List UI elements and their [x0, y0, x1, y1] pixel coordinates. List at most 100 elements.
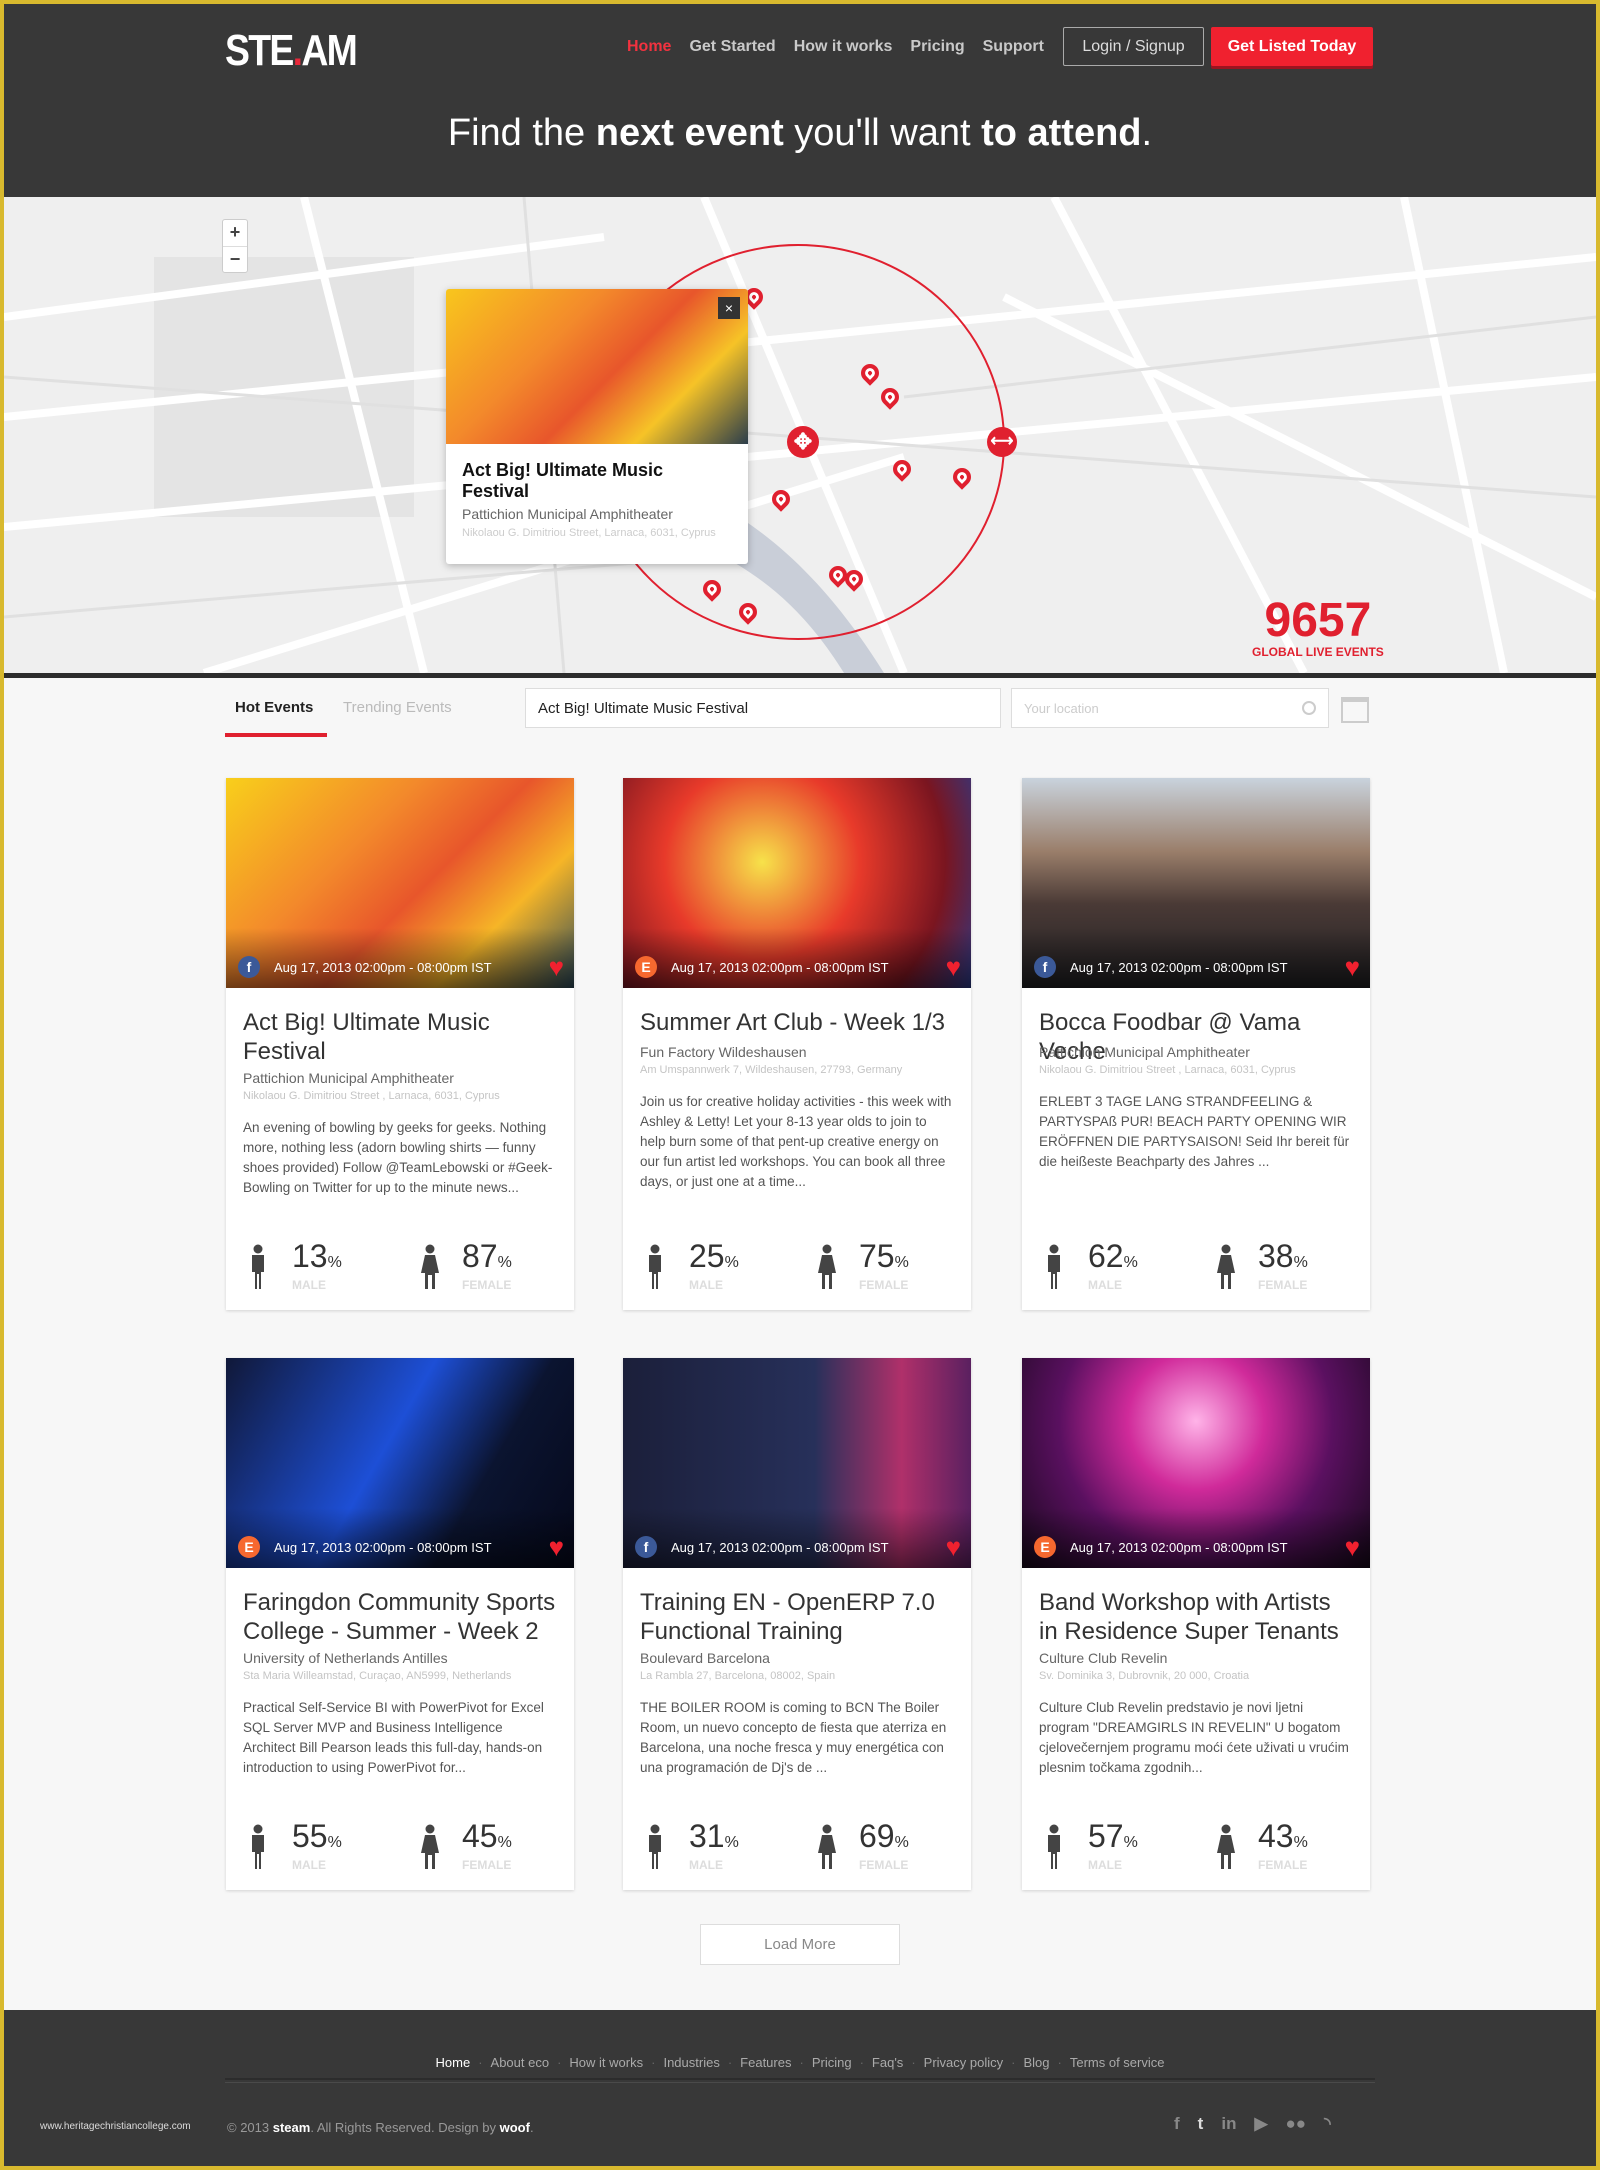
logo-text: STE — [225, 26, 294, 75]
image-overlay — [1022, 928, 1370, 988]
link-separator: · — [557, 2055, 562, 2070]
event-card[interactable]: f Aug 17, 2013 02:00pm - 08:00pm IST ♥ A… — [226, 778, 574, 1310]
event-search-input[interactable] — [525, 688, 1001, 728]
footer-link[interactable]: Faq's — [872, 2055, 903, 2070]
copyright-text: . — [529, 2120, 534, 2135]
footer-link[interactable]: Privacy policy — [924, 2055, 1003, 2070]
image-overlay — [1022, 1508, 1370, 1568]
nav-pricing[interactable]: Pricing — [910, 38, 964, 56]
female-icon — [817, 1244, 837, 1295]
facebook-icon[interactable]: f — [1174, 2114, 1180, 2134]
event-date: Aug 17, 2013 02:00pm - 08:00pm IST — [274, 1540, 492, 1555]
hero-text: Find the — [447, 112, 596, 154]
tab-trending-events[interactable]: Trending Events — [343, 699, 452, 716]
rss-icon[interactable]: ◝ — [1324, 2114, 1331, 2134]
designer-link[interactable]: woof — [500, 2120, 530, 2135]
heart-icon[interactable]: ♥ — [946, 1534, 961, 1560]
footer-link[interactable]: Features — [740, 2055, 791, 2070]
zoom-out-button[interactable]: − — [223, 246, 247, 272]
percent-sign: % — [1293, 1254, 1308, 1271]
percent-sign: % — [1293, 1834, 1308, 1851]
male-label: MALE — [689, 1278, 723, 1292]
twitter-icon[interactable]: t — [1198, 2114, 1204, 2134]
calendar-icon[interactable] — [1341, 697, 1369, 723]
popup-venue: Pattichion Municipal Amphitheater — [462, 506, 673, 522]
event-title[interactable]: Training EN - OpenERP 7.0 Functional Tra… — [640, 1588, 954, 1646]
event-title[interactable]: Act Big! Ultimate Music Festival — [243, 1008, 557, 1066]
play-icon[interactable]: ▶ — [1254, 2114, 1267, 2134]
footer-link[interactable]: Terms of service — [1070, 2055, 1165, 2070]
image-overlay — [226, 928, 574, 988]
male-icon — [250, 1244, 266, 1295]
locate-icon[interactable] — [1302, 701, 1316, 715]
event-description: Practical Self-Service BI with PowerPivo… — [243, 1700, 544, 1775]
link-separator: · — [1011, 2055, 1016, 2070]
event-title[interactable]: Faringdon Community Sports College - Sum… — [243, 1588, 557, 1646]
move-handle-icon[interactable]: ✥ — [787, 426, 819, 458]
event-image[interactable]: E Aug 17, 2013 02:00pm - 08:00pm IST ♥ — [623, 778, 971, 988]
heart-icon[interactable]: ♥ — [946, 954, 961, 980]
popup-title[interactable]: Act Big! Ultimate Music Festival — [462, 460, 732, 502]
footer-link[interactable]: Pricing — [812, 2055, 852, 2070]
image-overlay — [623, 1508, 971, 1568]
event-card[interactable]: f Aug 17, 2013 02:00pm - 08:00pm IST ♥ T… — [623, 1358, 971, 1890]
female-icon — [420, 1244, 440, 1295]
get-listed-button[interactable]: Get Listed Today — [1211, 27, 1373, 66]
footer-link[interactable]: About eco — [491, 2055, 550, 2070]
image-overlay — [623, 928, 971, 988]
event-image[interactable]: f Aug 17, 2013 02:00pm - 08:00pm IST ♥ — [1022, 778, 1370, 988]
percent-sign: % — [327, 1254, 342, 1271]
copyright-text: . All Rights Reserved. Design by — [310, 2120, 500, 2135]
event-date: Aug 17, 2013 02:00pm - 08:00pm IST — [671, 1540, 889, 1555]
tab-hot-events[interactable]: Hot Events — [235, 699, 313, 716]
nav-support[interactable]: Support — [983, 38, 1044, 56]
zoom-in-button[interactable]: + — [223, 220, 247, 246]
footer-link[interactable]: Home — [436, 2055, 471, 2070]
event-venue: Culture Club Revelin — [1039, 1650, 1168, 1666]
nav-home[interactable]: Home — [627, 38, 671, 56]
male-icon — [250, 1824, 266, 1875]
linkedin-icon[interactable]: in — [1221, 2114, 1236, 2134]
close-icon[interactable]: × — [718, 297, 740, 319]
event-address: La Rambla 27, Barcelona, 08002, Spain — [640, 1670, 836, 1682]
event-card[interactable]: E Aug 17, 2013 02:00pm - 08:00pm IST ♥ B… — [1022, 1358, 1370, 1890]
event-card[interactable]: f Aug 17, 2013 02:00pm - 08:00pm IST ♥ B… — [1022, 778, 1370, 1310]
nav-how-it-works[interactable]: How it works — [794, 38, 893, 56]
login-signup-button[interactable]: Login / Signup — [1063, 27, 1204, 66]
event-title[interactable]: Bocca Foodbar @ Vama Veche — [1039, 1008, 1353, 1065]
female-label: FEMALE — [1258, 1858, 1308, 1872]
gender-stats: 31% MALE 69% FEMALE — [623, 1818, 971, 1878]
event-image[interactable]: f Aug 17, 2013 02:00pm - 08:00pm IST ♥ — [623, 1358, 971, 1568]
heart-icon[interactable]: ♥ — [1345, 954, 1360, 980]
event-card[interactable]: E Aug 17, 2013 02:00pm - 08:00pm IST ♥ F… — [226, 1358, 574, 1890]
heart-icon[interactable]: ♥ — [549, 954, 564, 980]
logo[interactable]: STE.AM — [225, 26, 358, 76]
location-input[interactable] — [1011, 688, 1329, 728]
footer-link[interactable]: Blog — [1023, 2055, 1049, 2070]
flickr-icon[interactable]: ●● — [1286, 2114, 1307, 2134]
load-more-button[interactable]: Load More — [700, 1924, 900, 1965]
female-label: FEMALE — [1258, 1278, 1308, 1292]
link-separator: · — [859, 2055, 864, 2070]
heart-icon[interactable]: ♥ — [1345, 1534, 1360, 1560]
heart-icon[interactable]: ♥ — [549, 1534, 564, 1560]
nav-get-started[interactable]: Get Started — [689, 38, 775, 56]
event-card[interactable]: E Aug 17, 2013 02:00pm - 08:00pm IST ♥ S… — [623, 778, 971, 1310]
event-map[interactable]: ✥ ⟷ + − × Act Big! Ultimate Music Festiv… — [4, 197, 1596, 673]
event-title[interactable]: Band Workshop with Artists in Residence … — [1039, 1588, 1353, 1646]
event-image[interactable]: E Aug 17, 2013 02:00pm - 08:00pm IST ♥ — [1022, 1358, 1370, 1568]
male-label: MALE — [1088, 1278, 1122, 1292]
event-date: Aug 17, 2013 02:00pm - 08:00pm IST — [1070, 960, 1288, 975]
female-percent: 38 — [1258, 1238, 1294, 1274]
footer-link[interactable]: Industries — [663, 2055, 719, 2070]
footer-link[interactable]: How it works — [569, 2055, 643, 2070]
hero-text: . — [1141, 112, 1153, 154]
resize-handle-icon[interactable]: ⟷ — [987, 427, 1017, 457]
facebook-icon: f — [1034, 956, 1056, 978]
event-title[interactable]: Summer Art Club - Week 1/3 — [640, 1008, 954, 1040]
event-image[interactable]: f Aug 17, 2013 02:00pm - 08:00pm IST ♥ — [226, 778, 574, 988]
footer: Home · About eco · How it works · Industries · F… — [4, 2010, 1596, 2166]
image-overlay — [226, 1508, 574, 1568]
event-image[interactable]: E Aug 17, 2013 02:00pm - 08:00pm IST ♥ — [226, 1358, 574, 1568]
gender-stats: 62% MALE 38% FEMALE — [1022, 1238, 1370, 1298]
